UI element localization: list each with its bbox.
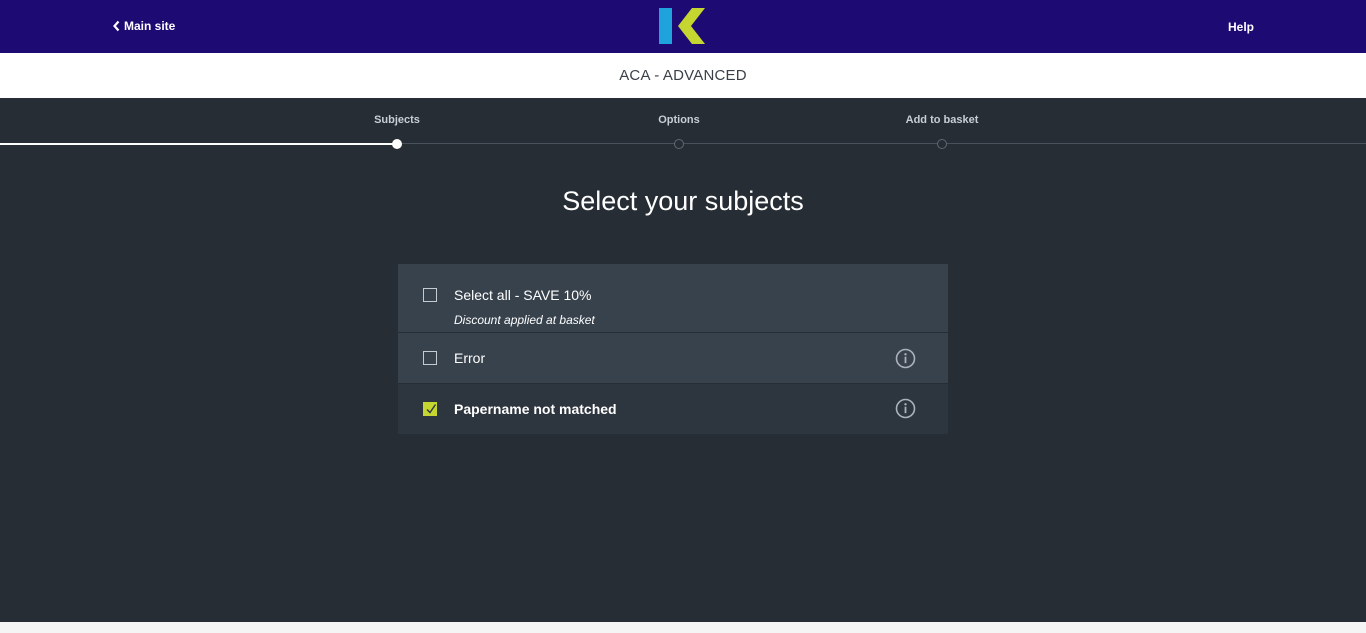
course-title: ACA - ADVANCED	[619, 67, 747, 84]
select-all-label: Select all - SAVE 10%	[454, 287, 592, 303]
footer-strip	[0, 622, 1366, 633]
progress-steps: Subjects Options Add to basket	[0, 98, 1366, 150]
main-site-label: Main site	[124, 19, 176, 33]
info-icon[interactable]	[895, 398, 916, 419]
page-heading: Select your subjects	[562, 186, 804, 216]
step-subjects-marker	[392, 139, 402, 149]
subject-selection-panel: Subjects Options Add to basket Select yo…	[0, 98, 1366, 622]
discount-note: Discount applied at basket	[454, 313, 595, 327]
select-all-checkbox[interactable]	[423, 288, 437, 302]
subject-row[interactable]: Error	[398, 333, 948, 384]
brand-logo[interactable]	[658, 8, 706, 44]
select-all-row[interactable]: Select all - SAVE 10% Discount applied a…	[398, 264, 948, 333]
main-site-link[interactable]: Main site	[112, 19, 175, 33]
subject-row[interactable]: Papername not matched	[398, 384, 948, 434]
subject-label: Papername not matched	[454, 401, 617, 417]
checkmark-icon	[426, 404, 437, 414]
step-options[interactable]: Options	[658, 114, 700, 126]
subject-label: Error	[454, 350, 486, 366]
course-title-bar: ACA - ADVANCED	[0, 53, 1366, 98]
chevron-left-icon	[113, 20, 120, 32]
help-link[interactable]: Help	[1228, 20, 1254, 34]
progress-track-completed	[0, 143, 397, 145]
step-subjects[interactable]: Subjects	[374, 114, 420, 126]
step-add-to-basket[interactable]: Add to basket	[906, 114, 979, 126]
top-nav: Main site Help	[0, 0, 1366, 53]
subject-checkbox-checked[interactable]	[423, 402, 437, 416]
step-options-marker	[674, 139, 684, 149]
subject-checkbox[interactable]	[423, 351, 437, 365]
info-icon[interactable]	[895, 348, 916, 369]
subject-list: Select all - SAVE 10% Discount applied a…	[398, 264, 948, 434]
step-add-to-basket-marker	[937, 139, 947, 149]
progress-track	[397, 143, 1366, 144]
